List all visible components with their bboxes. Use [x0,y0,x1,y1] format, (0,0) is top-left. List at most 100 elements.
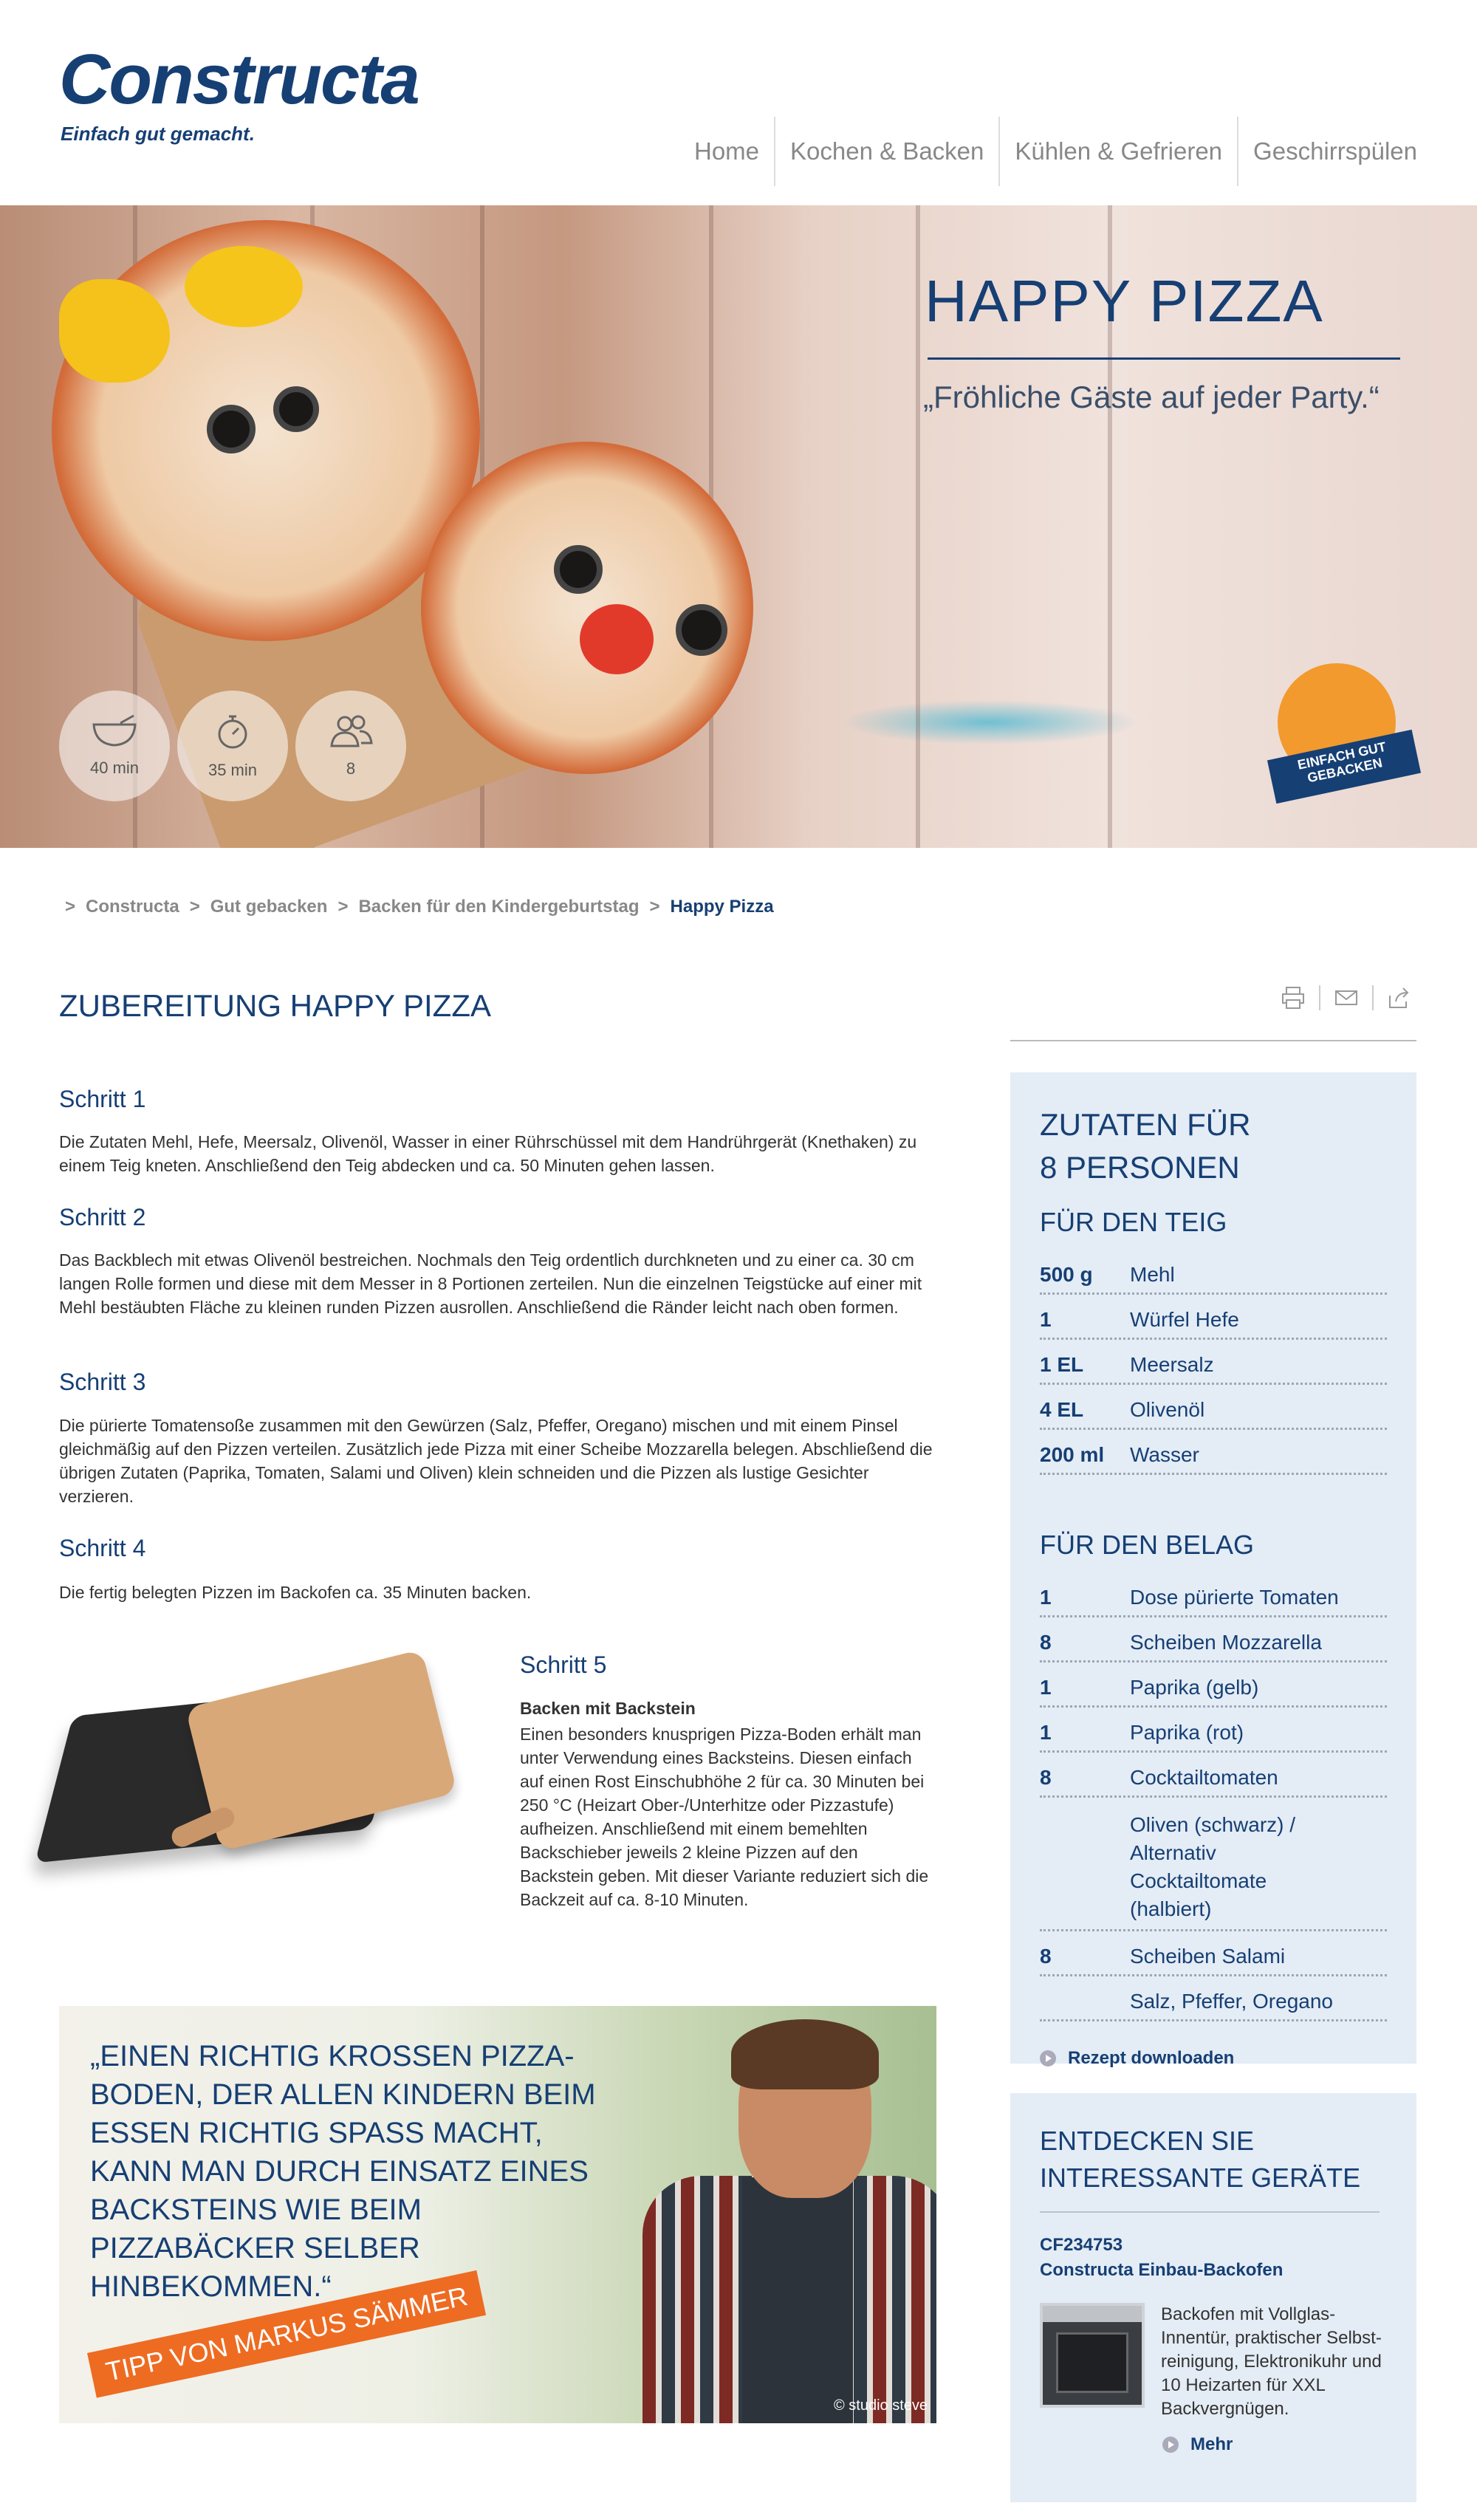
ingredient-row: Salz, Pfeffer, Oregano [1040,1985,1387,2021]
breadcrumb: > Constructa > Gut gebacken > Backen für… [65,897,774,917]
hero-quote: „Fröhliche Gäste auf jeder Party.“ [923,380,1380,414]
device-more-link[interactable]: Mehr [1162,2434,1387,2455]
breadcrumb-separator: > [65,897,76,917]
ingredient-qty: 500 g [1040,1263,1093,1286]
ingredient-name: Scheiben Mozzarella [1130,1631,1322,1654]
ingredient-row: 8 Scheiben Mozzarella [1040,1626,1387,1663]
sidebar-top-rule [1010,1040,1416,1041]
devices-box: ENTDECKEN SIE INTERESSANTE GERÄTE CF2347… [1010,2093,1416,2502]
ingredient-name: Mehl [1130,1263,1175,1286]
ingredient-qty: 1 [1040,1676,1052,1699]
pizza-stone-image [35,1649,473,1863]
ingredient-name: Cocktailtomaten [1130,1766,1278,1789]
ingredient-name: Wasser [1130,1443,1199,1466]
stat-prep-time: 40 min [59,691,170,801]
yellow-pepper [185,246,303,327]
share-tools [1281,985,1412,1010]
tool-divider [1319,985,1320,1010]
ingredients-title-line2: 8 PERSONEN [1040,1150,1240,1185]
step-3-text: Die pürierte Tomatensoße zusammen mit de… [59,1416,933,1506]
device-card: Backofen mit Vollglas-Innentür, praktisc… [1040,2303,1387,2421]
step-2-text: Das Backblech mit etwas Olivenöl bestrei… [59,1250,922,1317]
ingredient-qty: 8 [1040,1945,1052,1968]
ingredient-qty [1040,1811,1130,1923]
photo-credit: © studio steve [833,2397,928,2414]
tool-divider [1372,985,1374,1010]
oven-image[interactable] [1040,2303,1145,2408]
ingredient-qty: 8 [1040,1766,1052,1789]
ingredient-row: 200 ml Wasser [1040,1439,1387,1475]
brand-tagline: Einfach gut gemacht. [61,123,255,145]
print-icon[interactable] [1281,985,1306,1010]
brand-logo[interactable]: Constructa [59,44,420,115]
ingredient-name: Oliven (schwarz) / Alternativ Cocktailto… [1130,1813,1296,1920]
hero-title: HAPPY PIZZA [925,268,1324,334]
olive-eye [273,386,319,432]
nav-geschirrspuelen[interactable]: Geschirrspülen [1237,117,1432,186]
breadcrumb-separator: > [337,897,349,917]
ingredient-name: Meersalz [1130,1353,1214,1376]
step-5-text: Einen besonders knusprigen Pizza-Boden e… [520,1725,929,1909]
ingredient-qty: 8 [1040,1631,1052,1654]
tomato-nose [580,604,654,674]
share-icon[interactable] [1387,985,1412,1010]
step-4-title: Schritt 4 [59,1535,146,1561]
device-model[interactable]: CF234753 [1040,2235,1387,2256]
ingredient-qty: 200 ml [1040,1443,1105,1466]
ingredients-box: ZUTATEN FÜR 8 PERSONEN FÜR DEN TEIG 500 … [1010,1072,1416,2068]
ingredient-row: 1 Dose pürierte Tomaten [1040,1581,1387,1617]
ingredient-row: 8 Cocktailtomaten [1040,1761,1387,1798]
ingredients-title: ZUTATEN FÜR 8 PERSONEN [1040,1103,1387,1189]
step-3-title: Schritt 3 [59,1369,146,1395]
breadcrumb-separator: > [649,897,660,917]
persons-icon [330,715,373,747]
ingredient-name: Scheiben Salami [1130,1945,1286,1968]
oven-window [1056,2332,1128,2393]
device-name[interactable]: Constructa Einbau-Backofen [1040,2260,1387,2281]
ingredient-name: Olivenöl [1130,1398,1205,1421]
mixing-bowl-icon [92,714,137,747]
ingredients-title-line1: ZUTATEN FÜR [1040,1107,1251,1142]
stat-persons: 8 [295,691,406,801]
olive-eye [676,604,727,656]
ingredient-name: Salz, Pfeffer, Oregano [1130,1990,1333,2013]
person-tshirt [742,2177,853,2423]
ingredient-row: Oliven (schwarz) / Alternativ Cocktailto… [1040,1807,1387,1931]
tip-quote: „EINEN RICHTIG KROSSEN PIZZA-BODEN, DER … [90,2040,596,2303]
nav-kochen-backen[interactable]: Kochen & Backen [774,117,998,186]
oven-panel [1043,2306,1142,2322]
hero-divider [928,357,1400,360]
ingredient-row: 1 Paprika (rot) [1040,1716,1387,1753]
step-5-subtitle: Backen mit Backstein [520,1699,696,1718]
arrow-circle-icon [1162,2437,1179,2453]
topping-list: 1 Dose pürierte Tomaten 8 Scheiben Mozzare… [1040,1581,1387,2021]
ingredient-name: Paprika (rot) [1130,1721,1244,1744]
ingredient-row: 8 Scheiben Salami [1040,1940,1387,1976]
step-4-text: Die fertig belegten Pizzen im Backofen c… [59,1583,532,1602]
breadcrumb-constructa[interactable]: Constructa [86,897,179,917]
step-2-title: Schritt 2 [59,1204,146,1230]
step-1-text: Die Zutaten Mehl, Hefe, Meersalz, Oliven… [59,1132,917,1175]
nav-kuehlen-gefrieren[interactable]: Kühlen & Gefrieren [998,117,1237,186]
topping-title: FÜR DEN BELAG [1040,1530,1255,1560]
ingredient-row: 500 g Mehl [1040,1259,1387,1295]
stat-label: 8 [346,759,356,778]
nav-home[interactable]: Home [679,117,774,186]
dough-title: FÜR DEN TEIG [1040,1207,1227,1237]
dough-list: 500 g Mehl 1 Würfel Hefe 1 EL Meersalz 4 EL… [1040,1259,1387,1475]
tip-banner: „EINEN RICHTIG KROSSEN PIZZA-BODEN, DER … [59,2006,936,2423]
download-recipe-link[interactable]: Rezept downloaden [1040,2048,1387,2069]
download-recipe-label: Rezept downloaden [1068,2048,1235,2068]
ingredient-qty: 1 [1040,1586,1052,1609]
breadcrumb-kindergeburtstag[interactable]: Backen für den Kindergeburtstag [358,897,639,917]
main-nav: Home Kochen & Backen Kühlen & Gefrieren … [679,117,1432,186]
ingredient-qty: 1 [1040,1308,1052,1331]
olive-eye [207,405,256,453]
wood-plank-line [916,205,920,848]
breadcrumb-gut-gebacken[interactable]: Gut gebacken [210,897,328,917]
device-description: Backofen mit Vollglas-Innentür, praktisc… [1161,2304,1382,2419]
ingredient-name: Würfel Hefe [1130,1308,1239,1331]
mail-icon[interactable] [1334,985,1359,1010]
ingredient-qty [1040,1990,1130,2013]
ingredient-row: 1 Paprika (gelb) [1040,1671,1387,1708]
